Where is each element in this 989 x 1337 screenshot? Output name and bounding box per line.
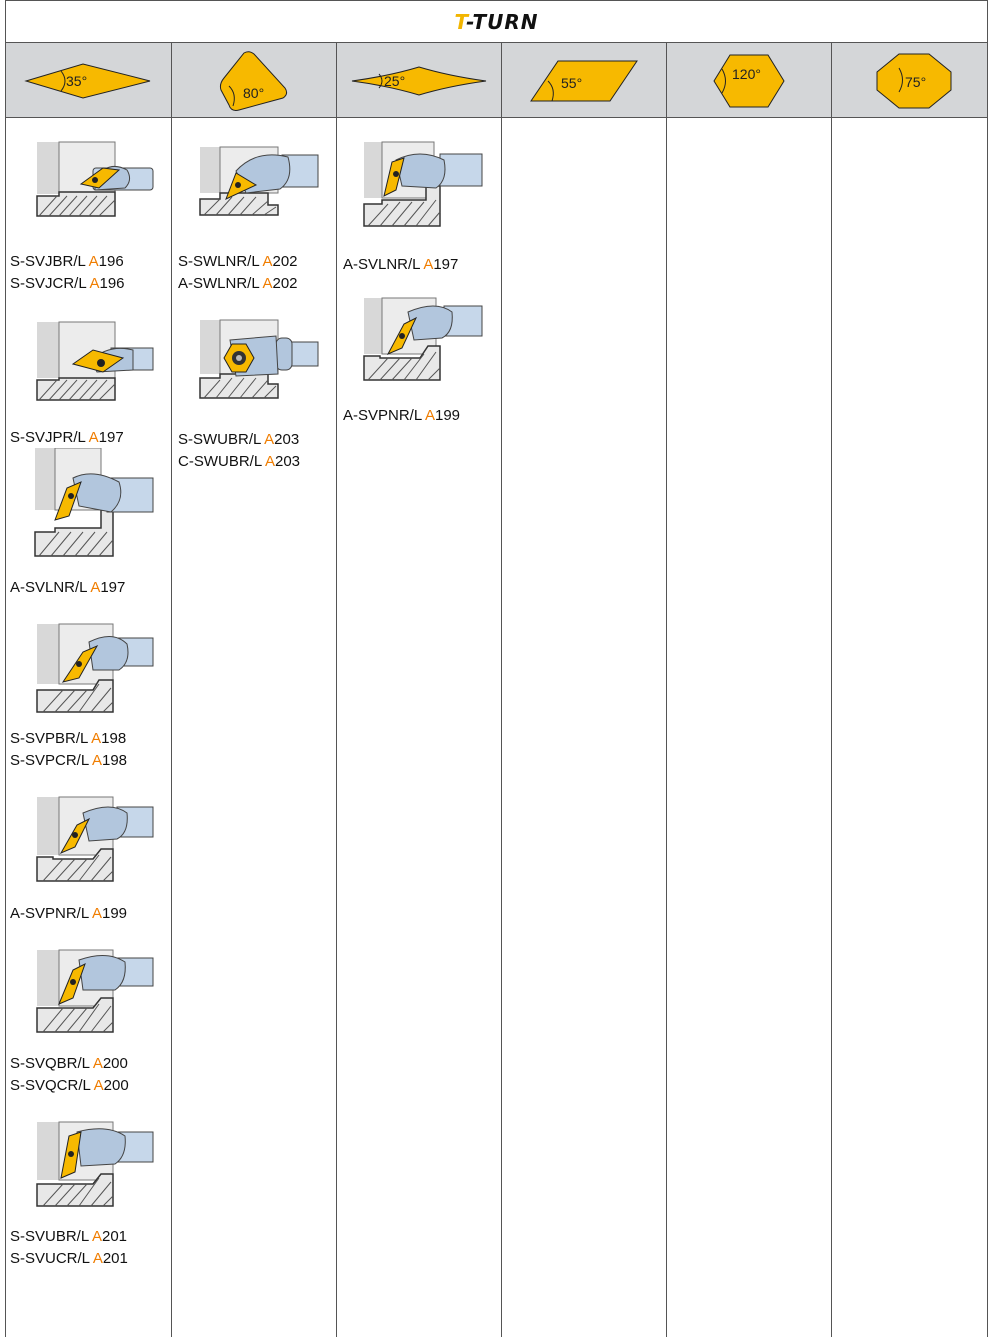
tool-illustration — [33, 320, 158, 402]
tool-code-line: S-SVQBR/L A200 — [10, 1055, 128, 1072]
svg-text:25°: 25° — [384, 73, 405, 89]
shape-cell-120: 120° — [666, 43, 831, 118]
tool-code-line: S-SVUCR/L A201 — [10, 1250, 128, 1267]
tool-illustration — [196, 318, 321, 402]
trigon-80-insert-icon: 80° — [219, 50, 287, 111]
tool-code-line: S-SVPBR/L A198 — [10, 730, 127, 747]
tool-code-label: A-SVLNR/L A197 — [343, 254, 458, 276]
diamond-25-insert-icon: 25° — [351, 65, 486, 96]
tool-code-line: C-SWUBR/L A203 — [178, 453, 301, 470]
tool-code-label: S-SVJBR/L A196 S-SVJCR/L A196 — [10, 251, 125, 295]
table-border-right — [987, 43, 988, 1337]
octagon-75-insert-icon: 75° — [876, 53, 951, 108]
tool-code-label: S-SVJPR/L A197 — [10, 427, 124, 449]
tool-illustration — [33, 448, 158, 558]
shape-cell-35: 35° — [5, 43, 170, 118]
tool-code-label: S-SVPBR/L A198 S-SVPCR/L A198 — [10, 728, 127, 772]
tool-illustration — [360, 140, 485, 228]
tool-code-label: S-SWLNR/L A202 A-SWLNR/L A202 — [178, 251, 298, 295]
tool-illustration — [33, 140, 158, 220]
column-divider — [666, 43, 667, 1337]
column-divider — [501, 43, 502, 1337]
tool-code-line: A-SVLNR/L A197 — [343, 256, 459, 273]
svg-text:35°: 35° — [66, 73, 87, 89]
svg-text:75°: 75° — [905, 74, 926, 90]
brand-title: T-TURN — [454, 9, 539, 34]
svg-text:55°: 55° — [561, 75, 582, 91]
tool-code-line: S-SVJBR/L A196 — [10, 253, 124, 270]
tool-code-label: A-SVPNR/L A199 — [10, 903, 127, 925]
tool-code-label: S-SWUBR/L A203 C-SWUBR/L A203 — [178, 429, 300, 473]
hexagon-120-insert-icon: 120° — [712, 54, 785, 107]
shape-cell-80: 80° — [171, 43, 336, 118]
tool-illustration — [33, 622, 158, 717]
tool-code-line: S-SVQCR/L A200 — [10, 1077, 129, 1094]
tool-code-line: A-SWLNR/L A202 — [178, 275, 298, 292]
parallelogram-55-insert-icon: 55° — [529, 60, 638, 101]
shape-cell-25: 25° — [336, 43, 501, 118]
tool-illustration — [360, 296, 485, 382]
tool-code-line: A-SVLNR/L A197 — [10, 579, 126, 596]
tool-code-label: A-SVLNR/L A197 — [10, 577, 125, 599]
tool-code-label: A-SVPNR/L A199 — [343, 405, 460, 427]
tool-code-line: S-SVPCR/L A198 — [10, 752, 128, 769]
tool-illustration — [196, 145, 321, 217]
tool-code-line: S-SWUBR/L A203 — [178, 431, 300, 448]
tool-code-line: A-SVPNR/L A199 — [10, 905, 128, 922]
table-border-left — [5, 43, 6, 1337]
tool-code-line: S-SWLNR/L A202 — [178, 253, 298, 270]
tool-code-label: S-SVQBR/L A200 S-SVQCR/L A200 — [10, 1053, 129, 1097]
tool-code-line: S-SVJPR/L A197 — [10, 429, 124, 446]
svg-text:80°: 80° — [243, 85, 264, 101]
svg-text:120°: 120° — [732, 66, 761, 82]
tool-code-label: S-SVUBR/L A201 S-SVUCR/L A201 — [10, 1226, 128, 1270]
shape-cell-75: 75° — [831, 43, 989, 118]
tool-illustration — [33, 795, 158, 885]
tool-illustration — [33, 948, 158, 1036]
tool-code-line: S-SVJCR/L A196 — [10, 275, 125, 292]
column-divider — [171, 43, 172, 1337]
brand-title-bar: T-TURN — [5, 0, 988, 43]
column-divider — [336, 43, 337, 1337]
shape-cell-55: 55° — [501, 43, 666, 118]
tool-code-line: S-SVUBR/L A201 — [10, 1228, 128, 1245]
column-divider — [831, 43, 832, 1337]
tool-illustration — [33, 1120, 158, 1210]
diamond-35-insert-icon: 35° — [23, 62, 150, 99]
tool-code-line: A-SVPNR/L A199 — [343, 407, 461, 424]
